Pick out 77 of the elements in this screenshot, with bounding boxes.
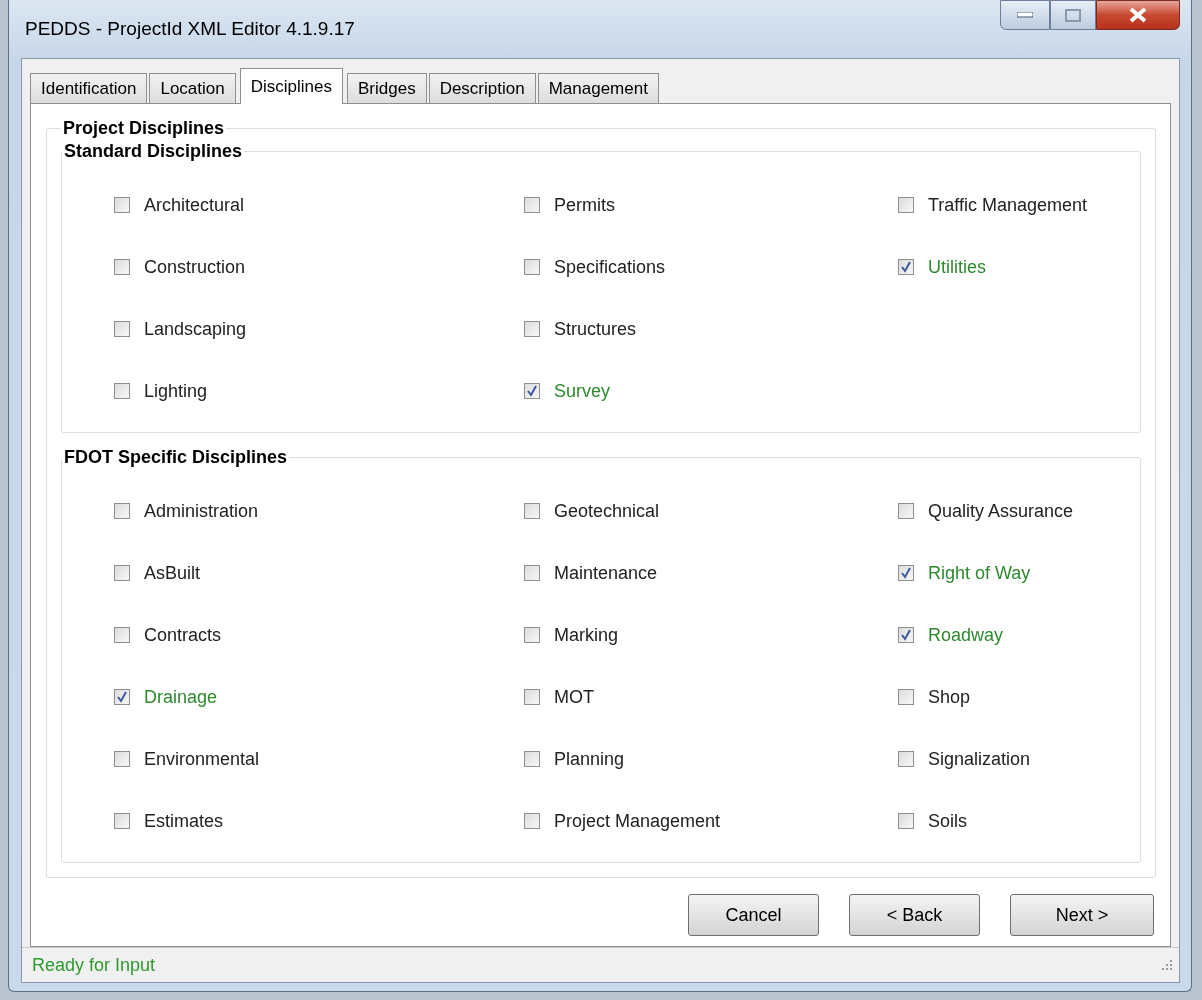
checkbox-label: Project Management (554, 810, 721, 832)
tab[interactable]: Disciplines (239, 68, 343, 104)
dialog-button[interactable]: Next > (1010, 894, 1154, 936)
checkbox-label: Landscaping (144, 318, 247, 340)
checkbox[interactable] (114, 751, 130, 767)
checkbox-label: Permits (554, 194, 615, 216)
checkbox[interactable] (114, 383, 130, 399)
checkbox[interactable] (524, 689, 540, 705)
checkbox[interactable] (524, 197, 540, 213)
checkbox-label: Soils (928, 810, 967, 832)
checkbox-label: Maintenance (554, 562, 658, 584)
checkbox[interactable] (114, 813, 130, 829)
checkbox[interactable] (524, 321, 540, 337)
checkbox[interactable] (114, 627, 130, 643)
maximize-icon (1065, 8, 1081, 22)
checkbox[interactable] (898, 565, 914, 581)
checkbox[interactable] (114, 565, 130, 581)
tab[interactable]: Bridges (347, 73, 427, 103)
checkbox-label: Right of Way (928, 562, 1031, 584)
checkbox-label: Geotechnical (554, 500, 660, 522)
checkbox-label: AsBuilt (144, 562, 201, 584)
checkbox-label: Estimates (144, 810, 224, 832)
checkbox[interactable] (898, 627, 914, 643)
checkbox-label: Signalization (928, 748, 1031, 770)
checkbox-label: Quality Assurance (928, 500, 1074, 522)
checkbox-label: Specifications (554, 256, 666, 278)
checkbox-label: Lighting (144, 380, 208, 402)
checkbox-label: Environmental (144, 748, 260, 770)
checkbox-label: Construction (144, 256, 246, 278)
tab[interactable]: Description (428, 73, 536, 103)
checkbox[interactable] (524, 565, 540, 581)
checkbox-label: Planning (554, 748, 625, 770)
checkbox[interactable] (898, 689, 914, 705)
group-title: FDOT Specific Disciplines (63, 447, 289, 468)
checkbox-label: Architectural (144, 194, 245, 216)
checkbox[interactable] (524, 751, 540, 767)
checkbox-label: Structures (554, 318, 637, 340)
tab[interactable]: Location (149, 73, 236, 103)
checkbox-label: Traffic Management (928, 194, 1088, 216)
checkbox[interactable] (524, 259, 540, 275)
maximize-button[interactable] (1050, 0, 1096, 30)
tab[interactable]: Management (537, 73, 659, 103)
group-title: Project Disciplines (62, 118, 226, 139)
checkbox[interactable] (898, 751, 914, 767)
resize-grip-icon[interactable] (1161, 959, 1173, 971)
close-icon (1129, 7, 1147, 23)
checkbox-label: Shop (928, 686, 971, 708)
checkbox[interactable] (898, 197, 914, 213)
group-title: Standard Disciplines (63, 141, 244, 162)
checkbox-label: MOT (554, 686, 594, 708)
checkbox[interactable] (524, 813, 540, 829)
checkbox[interactable] (524, 383, 540, 399)
checkbox-label: Roadway (928, 624, 1004, 646)
checkbox-label: Utilities (928, 256, 986, 278)
minimize-button[interactable] (1000, 0, 1050, 30)
checkbox[interactable] (524, 627, 540, 643)
dialog-button[interactable]: Cancel (688, 894, 819, 936)
checkbox-label: Survey (554, 380, 611, 402)
checkbox[interactable] (898, 503, 914, 519)
status-text: Ready for Input (32, 954, 156, 976)
checkbox[interactable] (114, 689, 130, 705)
checkbox[interactable] (524, 503, 540, 519)
checkbox[interactable] (898, 259, 914, 275)
checkbox[interactable] (114, 321, 130, 337)
close-button[interactable] (1096, 0, 1180, 30)
checkbox-label: Contracts (144, 624, 222, 646)
checkbox-label: Drainage (144, 686, 218, 708)
checkbox[interactable] (114, 503, 130, 519)
checkbox-label: Marking (554, 624, 619, 646)
checkbox[interactable] (898, 813, 914, 829)
minimize-icon (1017, 12, 1033, 18)
dialog-button[interactable]: < Back (849, 894, 980, 936)
window-title: PEDDS - ProjectId XML Editor 4.1.9.17 (24, 18, 355, 40)
checkbox-label: Administration (144, 500, 259, 522)
checkbox[interactable] (114, 197, 130, 213)
tab[interactable]: Identification (30, 73, 148, 103)
checkbox[interactable] (114, 259, 130, 275)
